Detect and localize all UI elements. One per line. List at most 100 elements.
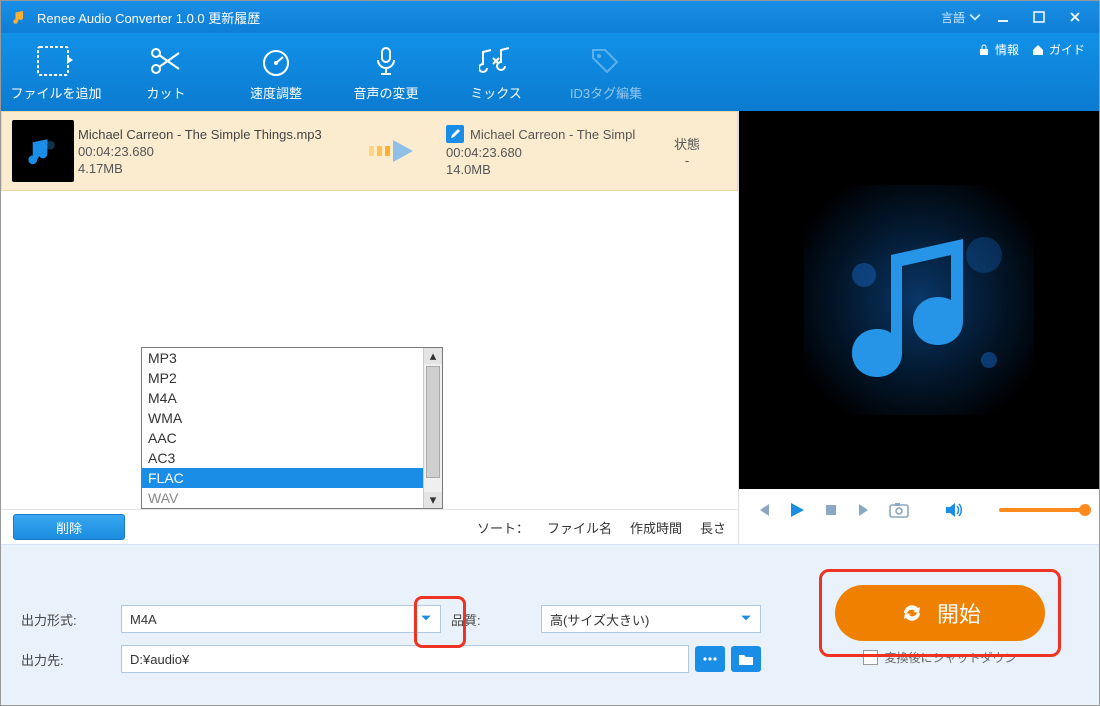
tool-label: 速度調整	[250, 83, 302, 102]
next-button[interactable]	[855, 500, 875, 520]
maximize-button[interactable]	[1025, 7, 1053, 27]
output-path-input[interactable]: D:¥audio¥	[121, 645, 689, 673]
format-option[interactable]: FLAC	[142, 468, 423, 488]
output-path-label: 出力先:	[21, 650, 111, 669]
format-option[interactable]: MP2	[142, 368, 423, 388]
format-option[interactable]: MP3	[142, 348, 423, 368]
sort-by-created[interactable]: 作成時間	[630, 518, 682, 537]
tool-label: カット	[146, 83, 185, 102]
tool-cut[interactable]: カット	[111, 33, 221, 111]
open-folder-button[interactable]	[731, 646, 761, 672]
chevron-down-icon	[969, 11, 981, 23]
shutdown-label: 変換後にシャットダウン	[884, 649, 1016, 666]
app-title: Renee Audio Converter 1.0.0 更新履歴	[37, 8, 260, 27]
source-duration: 00:04:23.680	[78, 144, 348, 159]
source-size: 4.17MB	[78, 161, 348, 176]
content-area: Michael Carreon - The Simple Things.mp3 …	[1, 111, 1099, 544]
tool-label: ファイルを追加	[10, 83, 101, 102]
tool-speed[interactable]: 速度調整	[221, 33, 331, 111]
delete-label: 削除	[56, 518, 82, 537]
lock-icon	[977, 43, 991, 57]
file-list: Michael Carreon - The Simple Things.mp3 …	[1, 111, 738, 509]
info-link[interactable]: 情報	[977, 41, 1019, 58]
guide-label: ガイド	[1049, 41, 1085, 58]
conversion-arrow-icon	[352, 136, 442, 166]
tool-voice-change[interactable]: 音声の変更	[331, 33, 441, 111]
state-header: 状態	[647, 134, 727, 153]
minimize-button[interactable]	[989, 7, 1017, 27]
format-option[interactable]: WMA	[142, 408, 423, 428]
app-window: Renee Audio Converter 1.0.0 更新履歴 言語 ファイル…	[0, 0, 1100, 706]
main-toolbar: ファイルを追加 カット 速度調整 音声の変更 ミックス	[1, 33, 1099, 111]
dropdown-scrollbar[interactable]: ▴ ▾	[423, 348, 442, 508]
list-bottom-bar: 削除 ソート： ファイル名 作成時間 長さ	[1, 509, 738, 544]
chevron-down-icon	[420, 612, 432, 627]
quality-label: 品質:	[451, 610, 531, 629]
tool-label: ID3タグ編集	[570, 83, 642, 102]
settings-panel: 出力形式: M4A 品質: 高(サイズ大きい) 出力先: D:¥audio¥	[1, 544, 1099, 705]
sort-by-length[interactable]: 長さ	[700, 518, 726, 537]
prev-button[interactable]	[753, 500, 773, 520]
tool-add-file[interactable]: ファイルを追加	[1, 33, 111, 111]
format-option[interactable]: WAV	[142, 488, 423, 508]
output-format-label: 出力形式:	[21, 610, 111, 629]
refresh-icon	[899, 600, 925, 626]
scroll-down-icon[interactable]: ▾	[424, 492, 442, 508]
quality-combo[interactable]: 高(サイズ大きい)	[541, 605, 761, 633]
output-format-combo[interactable]: M4A	[121, 605, 441, 633]
format-option[interactable]: AC3	[142, 448, 423, 468]
start-button[interactable]: 開始	[835, 585, 1045, 641]
left-pane: Michael Carreon - The Simple Things.mp3 …	[1, 111, 738, 544]
tool-mix[interactable]: ミックス	[441, 33, 551, 111]
chevron-down-icon	[740, 612, 752, 627]
tool-id3-edit: ID3タグ編集	[551, 33, 661, 111]
snapshot-button[interactable]	[889, 500, 909, 520]
output-format-value: M4A	[130, 612, 157, 627]
preview-area	[739, 111, 1099, 489]
file-row[interactable]: Michael Carreon - The Simple Things.mp3 …	[1, 111, 738, 191]
format-option[interactable]: AAC	[142, 428, 423, 448]
output-path-value: D:¥audio¥	[130, 652, 189, 667]
shutdown-after-row[interactable]: 変換後にシャットダウン	[863, 649, 1016, 666]
output-size: 14.0MB	[446, 162, 643, 177]
titlebar: Renee Audio Converter 1.0.0 更新履歴 言語	[1, 1, 1099, 33]
right-pane	[738, 111, 1099, 544]
close-button[interactable]	[1061, 7, 1089, 27]
music-note-icon	[21, 129, 65, 173]
volume-icon[interactable]	[944, 500, 964, 520]
language-selector[interactable]: 言語	[941, 9, 981, 26]
path-more-button[interactable]	[695, 646, 725, 672]
state-value: -	[647, 153, 727, 168]
sort-by-filename[interactable]: ファイル名	[547, 518, 612, 537]
sort-label: ソート：	[477, 518, 529, 537]
info-label: 情報	[995, 41, 1019, 58]
source-filename: Michael Carreon - The Simple Things.mp3	[78, 127, 348, 142]
scroll-up-icon[interactable]: ▴	[424, 348, 442, 364]
mix-icon	[479, 43, 513, 79]
delete-button[interactable]: 削除	[13, 514, 125, 540]
file-thumbnail	[12, 120, 74, 182]
app-logo-icon	[11, 8, 29, 26]
tool-label: 音声の変更	[353, 83, 418, 102]
edit-output-icon[interactable]	[446, 125, 464, 143]
tool-label: ミックス	[470, 83, 522, 102]
volume-slider[interactable]	[999, 508, 1085, 512]
play-button[interactable]	[787, 500, 807, 520]
film-add-icon	[37, 43, 75, 79]
tag-icon	[589, 43, 623, 79]
guide-link[interactable]: ガイド	[1031, 41, 1085, 58]
preview-music-icon	[804, 185, 1034, 415]
format-option[interactable]: M4A	[142, 388, 423, 408]
quality-value: 高(サイズ大きい)	[550, 610, 649, 629]
scissors-icon	[149, 43, 183, 79]
home-icon	[1031, 43, 1045, 57]
gauge-icon	[259, 43, 293, 79]
microphone-icon	[369, 43, 403, 79]
format-dropdown-list[interactable]: MP3MP2M4AWMAAACAC3FLACWAV ▴ ▾	[141, 347, 443, 509]
stop-button[interactable]	[821, 500, 841, 520]
player-controls	[739, 489, 1099, 531]
checkbox-icon[interactable]	[863, 650, 878, 665]
language-label: 言語	[941, 9, 965, 26]
output-filename: Michael Carreon - The Simpl	[470, 127, 635, 142]
sort-area: ソート： ファイル名 作成時間 長さ	[477, 518, 726, 537]
